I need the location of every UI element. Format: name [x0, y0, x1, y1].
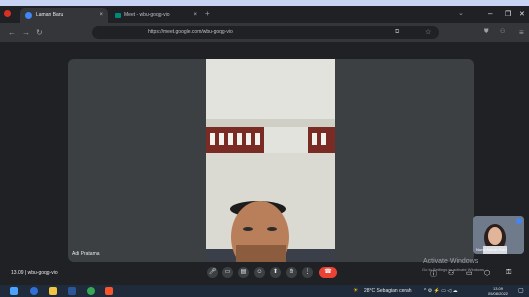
meet-icon — [115, 13, 121, 18]
word-icon[interactable] — [68, 287, 76, 295]
minimize-button[interactable]: – — [488, 9, 492, 18]
close-window-button[interactable]: ✕ — [519, 10, 525, 18]
activate-windows-title: Activate Windows — [423, 258, 479, 265]
forward-icon[interactable]: → — [22, 26, 30, 39]
reload-icon[interactable]: ↻ — [36, 26, 43, 39]
taskbar-clock[interactable]: 13.09 05/08/2022 — [488, 286, 508, 296]
tab-label: Meet - wbu-goqg-vio — [124, 12, 170, 18]
tab-bar: Laman Baru × Meet - wbu-goqg-vio × + ⌄ –… — [0, 6, 529, 23]
account-icon[interactable]: ⚇ — [500, 26, 505, 39]
taskbar-date: 05/08/2022 — [488, 291, 509, 296]
chrome-icon — [25, 12, 32, 19]
end-call-button[interactable]: ☎︎ — [319, 267, 337, 278]
weather-text[interactable]: 28°C Sebagian cerah — [364, 288, 412, 294]
notification-icon[interactable]: ▢ — [518, 287, 524, 294]
emoji-icon[interactable]: ☺ — [254, 267, 265, 278]
tab-label: Laman Baru — [36, 12, 64, 18]
file-explorer-icon[interactable] — [49, 287, 57, 295]
chat-icon[interactable]: ▭ — [466, 269, 473, 277]
meeting-info: 13.09 | wbu-goqg-vio — [11, 270, 58, 276]
pocket-icon[interactable]: ⛊ — [484, 26, 489, 39]
participant-name: Adi Pratama — [72, 251, 100, 257]
present-icon[interactable]: ⬆ — [270, 267, 281, 278]
profile-avatar-icon[interactable] — [4, 10, 11, 17]
menu-icon[interactable]: ≡ — [519, 26, 524, 39]
people-icon[interactable]: ⚇ — [448, 269, 454, 277]
video-frame-image — [206, 59, 335, 262]
screen-share-icon[interactable]: ⧉ — [395, 26, 399, 39]
maximize-button[interactable]: ❐ — [505, 10, 511, 18]
meeting-code: wbu-goqg-vio — [27, 270, 58, 276]
end-call-icon: ☎︎ — [324, 269, 332, 275]
weather-icon[interactable]: ☀ — [353, 287, 358, 294]
close-tab-icon[interactable]: × — [99, 8, 103, 23]
camera-icon[interactable]: ▭ — [222, 267, 233, 278]
info-icon[interactable]: ⓘ — [430, 269, 437, 279]
search-icon[interactable] — [30, 287, 38, 295]
bookmark-icon[interactable]: ☆ — [425, 26, 431, 39]
address-bar[interactable]: https://meet.google.com/wbu-goqg-vio — [92, 26, 439, 39]
self-name: Nurul Melati Putri — [476, 247, 507, 252]
activities-icon[interactable]: ⬡ — [484, 269, 490, 277]
system-tray[interactable]: ^ ⚙ ⚡ ▭ ◁ ☁ — [424, 288, 458, 294]
tab-meet[interactable]: Meet - wbu-goqg-vio × — [112, 8, 202, 23]
hand-icon[interactable]: ✋︎ — [286, 267, 297, 278]
url-text: https://meet.google.com/wbu-goqg-vio — [148, 29, 233, 35]
host-controls-icon[interactable]: ⚿ — [506, 269, 511, 277]
participant-video — [206, 59, 335, 262]
captions-icon[interactable]: ▤ — [238, 267, 249, 278]
mic-icon[interactable]: 🎤︎ — [207, 267, 218, 278]
chrome-icon[interactable] — [87, 287, 95, 295]
tab-search-icon[interactable]: ⌄ — [458, 9, 464, 17]
new-tab-button[interactable]: + — [205, 9, 210, 18]
meeting-time: 13.09 — [11, 270, 24, 276]
back-icon[interactable]: ← — [8, 26, 16, 39]
more-icon[interactable]: ⋮ — [302, 267, 313, 278]
tab-new-page[interactable]: Laman Baru × — [20, 8, 108, 23]
windows-start-icon[interactable] — [10, 287, 18, 295]
close-tab-icon[interactable]: × — [193, 8, 197, 23]
brave-icon[interactable] — [105, 287, 113, 295]
